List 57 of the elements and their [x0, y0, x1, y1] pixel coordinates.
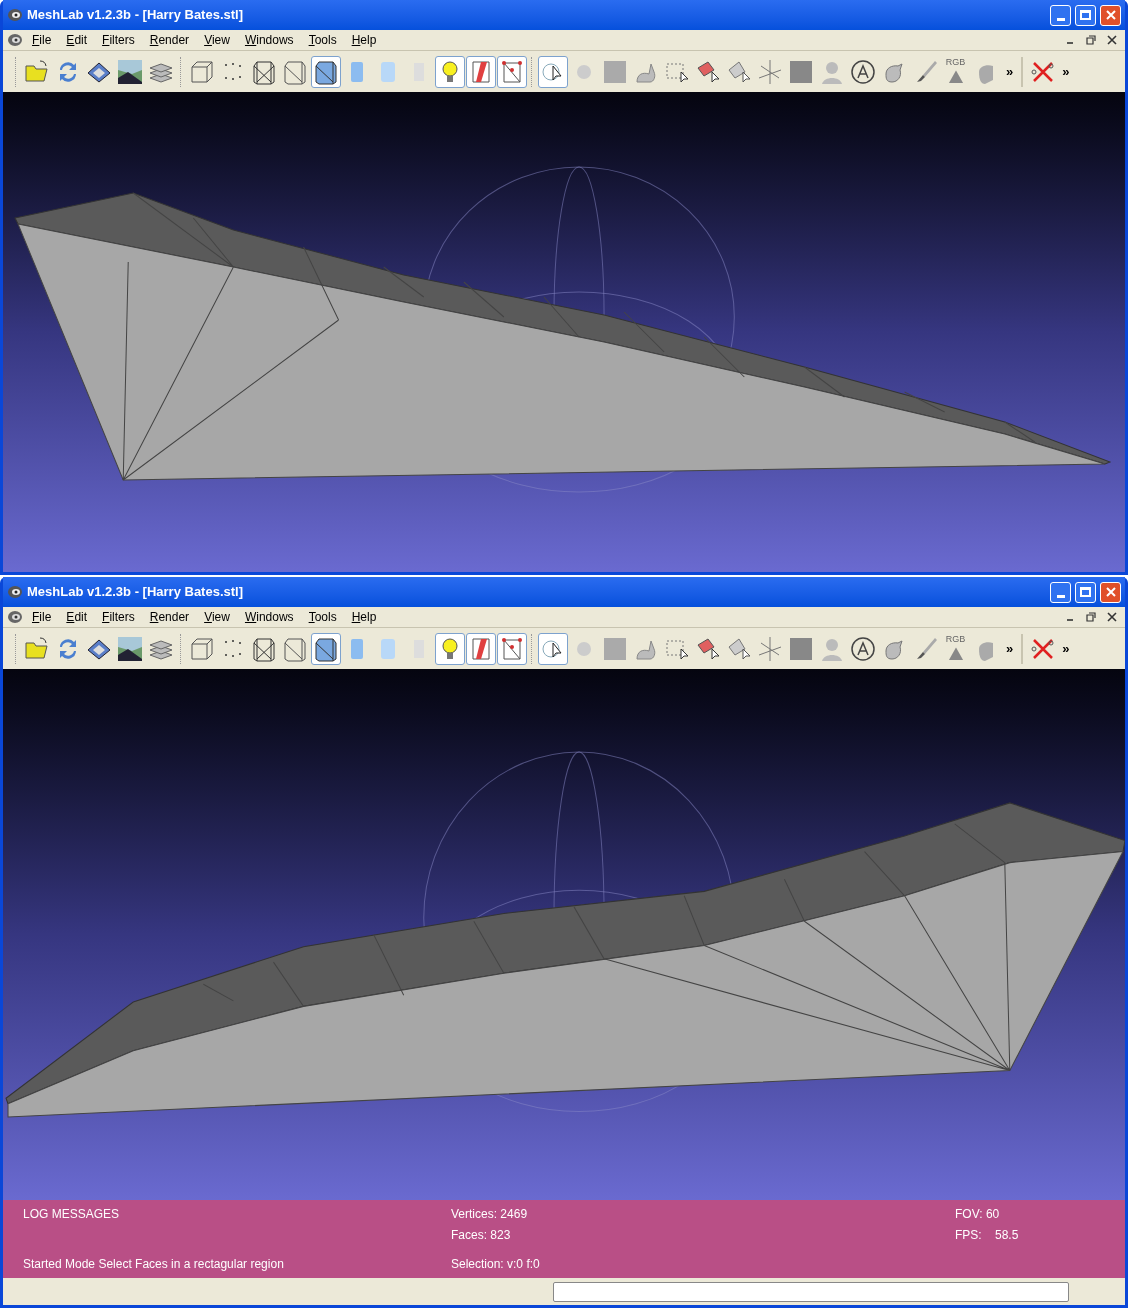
log-message: Started Mode Select Faces in a rectagular region — [23, 1256, 285, 1273]
menu-item[interactable]: Edit — [60, 31, 94, 49]
toolbar-overflow-button[interactable]: » — [1002, 61, 1018, 82]
menu-item[interactable]: Windows — [238, 31, 300, 49]
landscape-icon — [115, 57, 144, 86]
face-count: Faces: 823 — [451, 1227, 512, 1244]
mdi-restore-icon[interactable] — [1086, 612, 1096, 622]
rgb-label: RGB — [945, 635, 966, 644]
toolbar-overflow-button[interactable]: » — [1002, 638, 1018, 659]
close-button[interactable] — [1100, 4, 1121, 26]
menu-item[interactable]: Help — [345, 31, 383, 49]
menu-item[interactable]: Tools — [302, 608, 343, 626]
rgb-label: RGB — [945, 58, 966, 67]
close-icon — [1105, 587, 1116, 597]
toolbar-button[interactable] — [310, 55, 341, 88]
menu-item[interactable]: File — [26, 608, 58, 626]
3d-viewport[interactable] — [3, 92, 1125, 572]
toolbar-button[interactable]: RGB — [940, 55, 971, 88]
log-heading: LOG MESSAGES — [23, 1206, 121, 1223]
close-icon — [1105, 10, 1116, 20]
mdi-close-icon[interactable] — [1107, 612, 1117, 622]
menu-item[interactable]: View — [198, 31, 236, 49]
app-logo-icon — [7, 584, 23, 600]
window-title: MeshLab v1.2.3b - [Harry Bates.stl] — [27, 583, 245, 602]
menu-item[interactable]: Render — [143, 608, 196, 626]
app-logo-icon — [7, 7, 23, 23]
toolbar-button[interactable]: RGB — [940, 632, 971, 665]
menu-item[interactable]: Filters — [96, 608, 141, 626]
menu-item[interactable]: Render — [143, 31, 196, 49]
close-button[interactable] — [1100, 581, 1121, 603]
menu-item[interactable]: Tools — [302, 31, 343, 49]
fov-value: FOV: 60 — [955, 1206, 1001, 1223]
letter-circle-icon — [848, 57, 877, 86]
toolbar-overflow-button[interactable]: » — [1058, 638, 1074, 659]
menu-item[interactable]: Edit — [60, 608, 94, 626]
letter-circle-icon — [848, 634, 877, 663]
selection-count: Selection: v:0 f:0 — [451, 1256, 541, 1273]
app-logo-icon — [7, 609, 23, 625]
maximize-button[interactable] — [1075, 4, 1096, 26]
app-logo-icon — [7, 32, 23, 48]
3d-viewport[interactable] — [3, 669, 1125, 1200]
mdi-close-icon[interactable] — [1107, 35, 1117, 45]
maximize-button[interactable] — [1075, 581, 1096, 603]
landscape-icon — [115, 634, 144, 663]
minimize-button[interactable] — [1050, 581, 1071, 603]
menu-item[interactable]: File — [26, 31, 58, 49]
menu-item[interactable]: Filters — [96, 31, 141, 49]
menu-item[interactable]: View — [198, 608, 236, 626]
fps-value: FPS: 58.5 — [955, 1227, 1020, 1244]
toolbar-button[interactable] — [310, 632, 341, 665]
menu-item[interactable]: Help — [345, 608, 383, 626]
menu-item[interactable]: Windows — [238, 608, 300, 626]
toolbar-overflow-button[interactable]: » — [1058, 61, 1074, 82]
mdi-restore-icon[interactable] — [1086, 35, 1096, 45]
vertex-count: Vertices: 2469 — [451, 1206, 529, 1223]
minimize-button[interactable] — [1050, 4, 1071, 26]
window-title: MeshLab v1.2.3b - [Harry Bates.stl] — [27, 6, 245, 25]
